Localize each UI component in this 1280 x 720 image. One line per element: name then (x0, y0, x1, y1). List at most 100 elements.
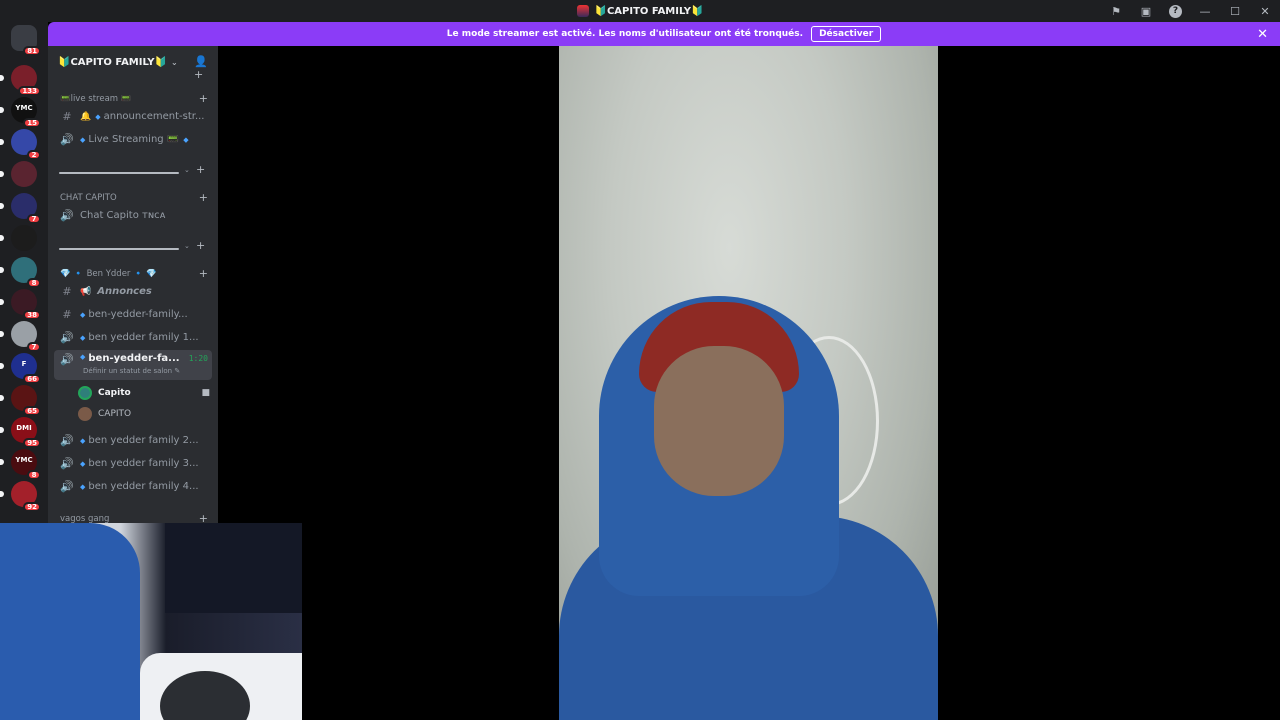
diamond-icon: ◆ (95, 112, 101, 121)
channel-label: ben-yedder-family... (88, 309, 188, 320)
mention-badge: 15 (23, 118, 41, 128)
speaker-icon: 🔊 (60, 434, 74, 447)
screen-share-icon[interactable]: ▣ (1139, 4, 1153, 18)
mention-badge: 95 (23, 438, 41, 448)
server-icon[interactable]: 2 (11, 129, 41, 160)
disable-streamer-button[interactable]: Désactiver (811, 26, 882, 42)
server-icon[interactable]: 8 (11, 257, 41, 288)
title-bar: 🔰CAPITO FAMILY🔰 ⚑ ▣ ? — ☐ ✕ (0, 0, 1280, 22)
channel-label: announcement-str... (103, 111, 205, 122)
minimize-button[interactable]: — (1198, 4, 1212, 18)
channel-family-4[interactable]: 🔊 ◆ ben yedder family 4... (54, 476, 212, 497)
mention-badge: 65 (23, 406, 41, 416)
server-initials: F (21, 360, 27, 368)
pencil-icon: ✎ (174, 367, 181, 375)
server-icon[interactable]: 133 (11, 65, 41, 96)
channel-family-2[interactable]: 🔊 ◆ ben yedder family 2... (54, 430, 212, 451)
add-channel-icon[interactable]: + (199, 191, 208, 204)
channel-status-text: Définir un statut de salon (83, 367, 173, 375)
server-icon[interactable]: 65 (11, 385, 41, 416)
server-icon[interactable]: 81 (11, 25, 41, 56)
server-avatar-icon (576, 5, 589, 17)
guild-name-text: 🔰CAPITO FAMILY🔰 (58, 56, 167, 68)
streamer-mode-banner: Le mode streamer est activé. Les noms d'… (48, 22, 1280, 46)
channel-family-3[interactable]: 🔊 ◆ ben yedder family 3... (54, 453, 212, 474)
channel-label: ben yedder family 2... (88, 435, 199, 446)
diamond-icon: ◆ (80, 436, 86, 445)
speaker-icon: 🔊 (60, 480, 74, 493)
server-icon[interactable]: 92 (11, 481, 41, 512)
channel-chat-capito[interactable]: 🔊 Chat Capito ᴛɴᴄᴀ (54, 205, 212, 226)
camera-icon: ■ (201, 388, 210, 398)
mention-badge: 7 (27, 342, 41, 352)
person-shape (0, 523, 140, 720)
channel-label: Live Streaming 📟 (88, 134, 180, 145)
channel-label: Chat Capito ᴛɴᴄᴀ (80, 210, 166, 221)
server-unread-pill (0, 139, 4, 145)
mention-badge: 133 (18, 86, 41, 96)
diamond-icon: ◆ (183, 135, 189, 144)
maximize-button[interactable]: ☐ (1228, 4, 1242, 18)
guild-header[interactable]: 🔰CAPITO FAMILY🔰 ⌄ 👤+ (48, 46, 218, 81)
chevron-down-icon: ⌄ (170, 57, 178, 67)
channel-active-voice[interactable]: 🔊 ◆ ben-yedder-fa... 1:20 Définir un sta… (54, 350, 212, 380)
server-icon[interactable]: F 66 (11, 353, 41, 384)
stream-video[interactable] (559, 46, 938, 720)
help-icon[interactable]: ? (1169, 4, 1182, 18)
stream-stage[interactable] (218, 46, 1280, 720)
category-chat-capito[interactable]: CHAT CAPITO + (60, 191, 208, 204)
add-channel-icon[interactable]: + (196, 239, 205, 252)
channel-live-streaming[interactable]: 🔊 ◆ Live Streaming 📟 ◆ (54, 129, 212, 150)
diamond-icon: ◆ (80, 353, 86, 361)
server-icon[interactable]: YMC 15 (11, 97, 41, 128)
category-label: vagos gang (60, 513, 110, 524)
server-icon[interactable]: DMI 95 (11, 417, 41, 448)
voice-user-name: CAPITO (98, 409, 132, 419)
server-icon[interactable]: YMC 8 (11, 449, 41, 480)
close-banner-icon[interactable]: ✕ (1257, 27, 1268, 42)
server-icon[interactable]: 7 (11, 321, 41, 352)
server-icon[interactable] (11, 161, 37, 187)
window-title-text: 🔰CAPITO FAMILY🔰 (594, 5, 704, 17)
channel-label: ben yedder family 1... (88, 332, 199, 343)
invite-people-icon[interactable]: 👤+ (194, 55, 208, 81)
inbox-flag-icon[interactable]: ⚑ (1109, 4, 1123, 18)
avatar (78, 407, 92, 421)
mention-badge: 8 (27, 470, 41, 480)
category-ben-ydder[interactable]: 💎 🔹 Ben Ydder 🔹 💎 + (60, 267, 208, 280)
voice-user-1[interactable]: Capito ■ (78, 383, 210, 403)
add-channel-icon[interactable]: + (196, 163, 205, 176)
category-live-stream[interactable]: 📟live stream 📟 + (60, 92, 208, 105)
channel-status-prompt[interactable]: Définir un statut de salon ✎ (83, 367, 180, 375)
server-unread-pill (0, 267, 4, 273)
server-unread-pill (0, 395, 4, 401)
category-label: 📟live stream 📟 (60, 93, 132, 104)
speaker-icon: 🔊 (60, 209, 74, 222)
add-channel-icon[interactable]: + (199, 267, 208, 280)
close-window-button[interactable]: ✕ (1258, 4, 1272, 18)
server-initials: YMC (15, 104, 33, 112)
webcam-overlay (0, 523, 302, 720)
hashtag-icon: # (62, 110, 72, 123)
chevron-down-icon: ⌄ (184, 166, 190, 174)
megaphone-icon: 📢 (80, 286, 92, 297)
hashtag-icon: # (62, 308, 72, 321)
server-icon[interactable]: 38 (11, 289, 41, 320)
voice-user-2[interactable]: CAPITO (78, 404, 210, 424)
mention-badge: 2 (27, 150, 41, 160)
divider-category (59, 248, 179, 250)
server-icon[interactable]: 7 (11, 193, 41, 224)
diamond-icon: ◆ (80, 482, 86, 491)
window-controls: ⚑ ▣ ? — ☐ ✕ (1109, 0, 1272, 22)
server-icon[interactable] (11, 225, 37, 251)
channel-announcement[interactable]: # 🔔 ◆ announcement-str... (54, 106, 212, 127)
channel-family-text[interactable]: # ◆ ben-yedder-family... (54, 304, 212, 325)
channel-annonces[interactable]: # 📢 Annonces (54, 281, 212, 302)
add-channel-icon[interactable]: + (199, 92, 208, 105)
channel-family-1[interactable]: 🔊 ◆ ben yedder family 1... (54, 327, 212, 348)
channel-label: ben-yedder-fa... (88, 353, 180, 364)
voice-timer: 1:20 (188, 354, 208, 363)
mention-badge: 81 (23, 46, 41, 56)
category-label: 💎 🔹 Ben Ydder 🔹 💎 (60, 268, 157, 279)
curtain-shape (165, 523, 302, 613)
